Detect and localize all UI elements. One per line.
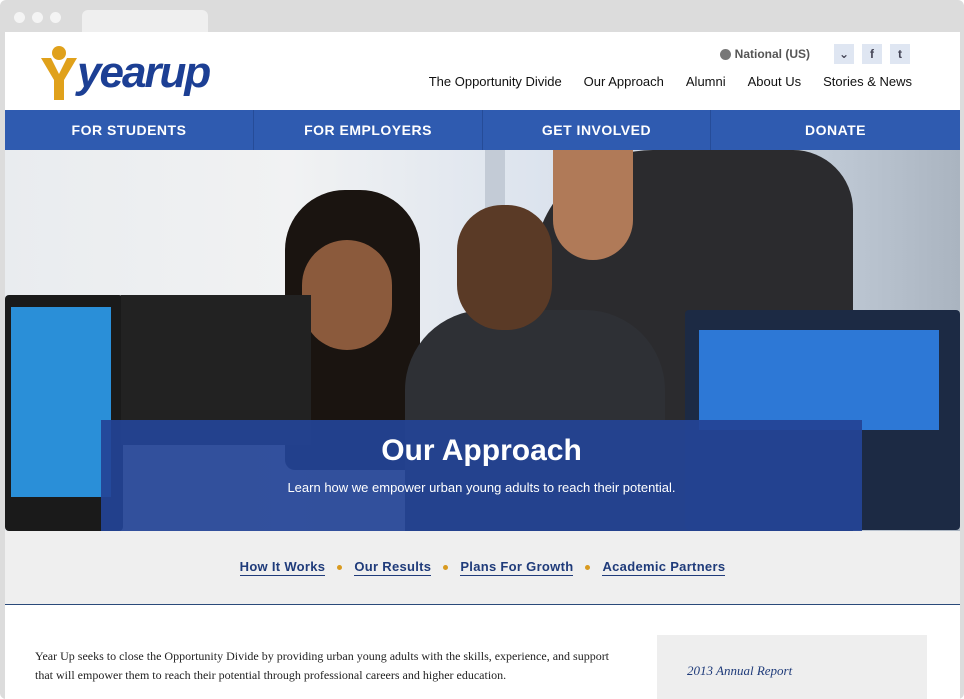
hero-caption: Our Approach Learn how we empower urban … — [101, 420, 862, 531]
window-close-dot[interactable] — [14, 12, 25, 23]
browser-tab[interactable] — [82, 10, 208, 34]
site-header: yearup National (US) ⌄ f t The Opportuni… — [5, 32, 960, 110]
chevron-down-icon[interactable]: ⌄ — [834, 44, 854, 64]
hero-banner: Our Approach Learn how we empower urban … — [5, 150, 960, 531]
audience-nav: FOR STUDENTS FOR EMPLOYERS GET INVOLVED … — [5, 110, 960, 150]
nav-for-employers[interactable]: FOR EMPLOYERS — [254, 110, 483, 150]
bullet-separator — [337, 565, 343, 570]
nav-get-involved[interactable]: GET INVOLVED — [483, 110, 711, 150]
hero-photo-face-left — [302, 240, 392, 350]
page-title: Our Approach — [381, 434, 582, 467]
globe-icon — [719, 48, 731, 60]
main-nav: The Opportunity Divide Our Approach Alum… — [429, 74, 912, 89]
nav-our-approach[interactable]: Our Approach — [584, 74, 664, 89]
twitter-icon[interactable]: t — [890, 44, 910, 64]
subnav-academic-partners[interactable]: Academic Partners — [602, 559, 726, 576]
facebook-icon[interactable]: f — [862, 44, 882, 64]
nav-alumni[interactable]: Alumni — [686, 74, 726, 89]
nav-stories-news[interactable]: Stories & News — [823, 74, 912, 89]
subnav-our-results[interactable]: Our Results — [354, 559, 432, 576]
annual-report-link[interactable]: 2013 Annual Report — [687, 663, 792, 679]
annual-report-box: 2013 Annual Report — [657, 635, 927, 699]
nav-donate[interactable]: DONATE — [711, 110, 960, 150]
page-viewport: yearup National (US) ⌄ f t The Opportuni… — [5, 32, 960, 699]
utility-bar: National (US) ⌄ f t — [719, 44, 910, 64]
bullet-separator — [443, 565, 449, 570]
hero-photo-face-right — [553, 150, 633, 260]
hero-subtitle: Learn how we empower urban young adults … — [287, 480, 676, 495]
browser-toolbar — [0, 0, 964, 34]
region-selector[interactable]: National (US) — [719, 47, 810, 61]
intro-paragraph: Year Up seeks to close the Opportunity D… — [35, 649, 610, 682]
logo-wordmark: yearup — [77, 48, 211, 97]
nav-opportunity-divide[interactable]: The Opportunity Divide — [429, 74, 562, 89]
browser-window: yearup National (US) ⌄ f t The Opportuni… — [0, 0, 964, 699]
nav-for-students[interactable]: FOR STUDENTS — [5, 110, 254, 150]
window-minimize-dot[interactable] — [32, 12, 43, 23]
window-maximize-dot[interactable] — [50, 12, 61, 23]
region-label: National (US) — [734, 47, 810, 61]
nav-about-us[interactable]: About Us — [748, 74, 801, 89]
bullet-separator — [585, 565, 591, 570]
section-subnav: How It Works Our Results Plans For Growt… — [5, 531, 960, 605]
subnav-plans-for-growth[interactable]: Plans For Growth — [460, 559, 574, 576]
hero-photo-face-center — [457, 205, 552, 330]
subnav-how-it-works[interactable]: How It Works — [239, 559, 326, 576]
